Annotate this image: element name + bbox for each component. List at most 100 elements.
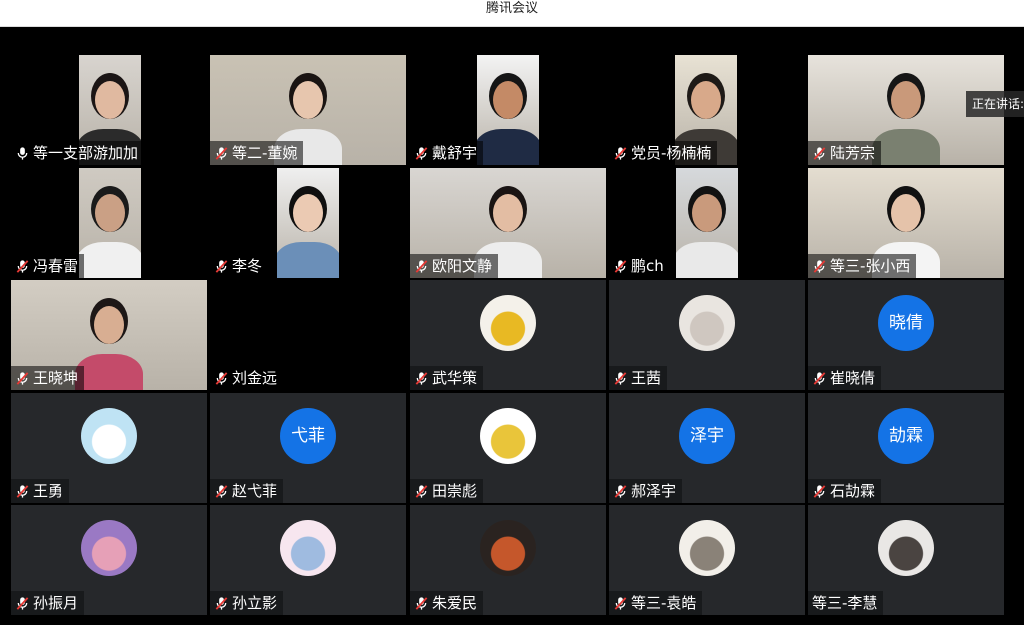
mic-muted-icon: [214, 596, 229, 611]
participant-tile[interactable]: 戴舒宇: [410, 55, 606, 165]
participant-name-tag: 王茜: [609, 366, 668, 390]
participant-name: 李冬: [232, 257, 263, 275]
girl-with-bunny-avatar: [679, 295, 735, 351]
participant-tile[interactable]: 田崇彪: [410, 393, 606, 503]
participant-tile[interactable]: 等三-袁皓: [609, 505, 805, 615]
participant-tile[interactable]: 等一支部游加加: [11, 55, 207, 165]
mic-muted-icon: [812, 371, 827, 386]
mic-icon: [15, 146, 30, 161]
participant-name-tag: 王勇: [11, 479, 70, 503]
speaking-indicator: 正在讲话:: [966, 91, 1024, 117]
participant-tile[interactable]: 等三-李慧: [808, 505, 1004, 615]
participant-name: 郝泽宇: [631, 482, 677, 500]
participant-name-tag: 石劼霖: [808, 479, 882, 503]
mic-muted-icon: [613, 146, 628, 161]
title-bar: 腾讯会议: [0, 0, 1024, 27]
participant-tile[interactable]: 欧阳文静: [410, 168, 606, 278]
participant-name-tag: 陆芳宗: [808, 141, 882, 165]
participant-name: 等二-董婉: [232, 144, 298, 162]
mic-muted-icon: [15, 259, 30, 274]
pineapple-avatar: [480, 408, 536, 464]
participant-name: 武华策: [432, 369, 478, 387]
participant-tile[interactable]: 孙立影: [210, 505, 406, 615]
mic-muted-icon: [613, 596, 628, 611]
participant-name: 王茜: [631, 369, 662, 387]
mic-muted-icon: [214, 484, 229, 499]
avatar: 弋菲: [280, 408, 336, 464]
participant-name: 王勇: [33, 482, 64, 500]
mic-muted-icon: [214, 371, 229, 386]
participant-grid: 等一支部游加加 等二-董婉 戴舒宇 党员-杨楠楠 陆芳宗冯春雷 李冬 欧阳文静 鹏ch 等三-张…: [0, 27, 1024, 625]
mic-muted-icon: [613, 484, 628, 499]
participant-video: [477, 55, 539, 165]
mic-muted-icon: [812, 259, 827, 274]
mic-muted-icon: [414, 371, 429, 386]
participant-name-tag: 田崇彪: [410, 479, 484, 503]
participant-name: 崔晓倩: [830, 369, 876, 387]
participant-name: 戴舒宇: [432, 144, 478, 162]
participant-name: 党员-杨楠楠: [631, 144, 712, 162]
participant-name: 刘金远: [232, 369, 278, 387]
participant-name: 王晓坤: [33, 369, 79, 387]
participant-tile[interactable]: 武华策: [410, 280, 606, 390]
participant-name-tag: 孙立影: [210, 591, 284, 615]
mic-muted-icon: [613, 371, 628, 386]
participant-name-tag: 等三-张小西: [808, 254, 917, 278]
participant-tile[interactable]: 劼霖 石劼霖: [808, 393, 1004, 503]
participant-tile[interactable]: 李冬: [210, 168, 406, 278]
participant-name: 等三-袁皓: [631, 594, 697, 612]
participant-name-tag: 孙振月: [11, 591, 85, 615]
participant-name: 欧阳文静: [432, 257, 493, 275]
mic-muted-icon: [414, 259, 429, 274]
participant-name: 孙立影: [232, 594, 278, 612]
avatar: 劼霖: [878, 408, 934, 464]
participant-name: 等三-张小西: [830, 257, 911, 275]
boy-photo-avatar: [480, 295, 536, 351]
participant-tile[interactable]: 刘金远: [210, 280, 406, 390]
participant-name-tag: 崔晓倩: [808, 366, 882, 390]
participant-name-tag: 王晓坤: [11, 366, 85, 390]
mic-muted-icon: [214, 259, 229, 274]
participant-name: 孙振月: [33, 594, 79, 612]
mic-muted-icon: [812, 484, 827, 499]
participant-name: 赵弋菲: [232, 482, 278, 500]
participant-name: 陆芳宗: [830, 144, 876, 162]
participant-name-tag: 赵弋菲: [210, 479, 284, 503]
mic-muted-icon: [15, 484, 30, 499]
participant-tile[interactable]: 党员-杨楠楠: [609, 55, 805, 165]
participant-tile[interactable]: 孙振月: [11, 505, 207, 615]
participant-tile[interactable]: 朱爱民: [410, 505, 606, 615]
participant-name-tag: 党员-杨楠楠: [609, 141, 718, 165]
participant-name: 田崇彪: [432, 482, 478, 500]
participant-name: 石劼霖: [830, 482, 876, 500]
mic-muted-icon: [15, 371, 30, 386]
participant-name-tag: 戴舒宇: [410, 141, 484, 165]
mic-muted-icon: [812, 146, 827, 161]
participant-tile[interactable]: 王晓坤: [11, 280, 207, 390]
participant-tile[interactable]: 王茜: [609, 280, 805, 390]
participant-tile[interactable]: 等三-张小西: [808, 168, 1004, 278]
participant-tile[interactable]: 鹏ch: [609, 168, 805, 278]
participant-name-tag: 冯春雷: [11, 254, 85, 278]
participant-tile[interactable]: 泽宇 郝泽宇: [609, 393, 805, 503]
avatar: 晓倩: [878, 295, 934, 351]
participant-name-tag: 等三-李慧: [808, 591, 884, 615]
participant-name-tag: 欧阳文静: [410, 254, 499, 278]
husky-dog-avatar: [878, 520, 934, 576]
participant-video: [79, 168, 141, 278]
participant-name-tag: 等三-袁皓: [609, 591, 703, 615]
cartoon-robots-avatar: [81, 408, 137, 464]
participant-video: [277, 168, 339, 278]
participant-name-tag: 刘金远: [210, 366, 284, 390]
participant-tile[interactable]: 弋菲 赵弋菲: [210, 393, 406, 503]
participant-tile[interactable]: 等二-董婉: [210, 55, 406, 165]
window-title: 腾讯会议: [485, 1, 538, 16]
participant-name-tag: 朱爱民: [410, 591, 484, 615]
participant-tile[interactable]: 王勇: [11, 393, 207, 503]
participant-name-tag: 武华策: [410, 366, 484, 390]
participant-video: [676, 168, 738, 278]
participant-name: 冯春雷: [33, 257, 79, 275]
participant-tile[interactable]: 冯春雷: [11, 168, 207, 278]
participant-tile[interactable]: 晓倩 崔晓倩: [808, 280, 1004, 390]
participant-name: 朱爱民: [432, 594, 478, 612]
